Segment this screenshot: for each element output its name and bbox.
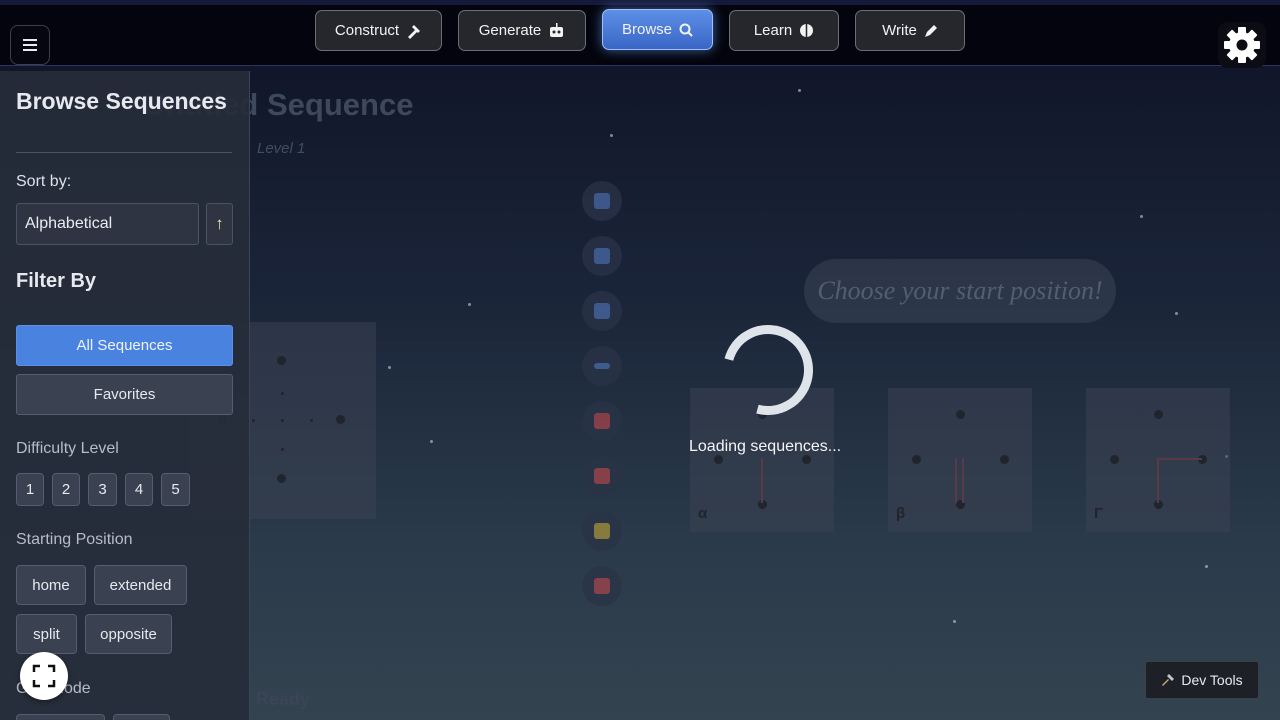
fullscreen-view-tool[interactable] [582, 291, 622, 331]
sidebar-title: Browse Sequences [16, 88, 227, 114]
gear-icon [1224, 27, 1260, 63]
difficulty-3[interactable]: 3 [88, 473, 117, 506]
grid-mode-option[interactable] [113, 714, 170, 720]
add-beat-tool[interactable] [582, 181, 622, 221]
save-icon[interactable] [582, 236, 622, 276]
tab-label: Generate [478, 22, 542, 39]
tab-write[interactable]: Write [855, 10, 965, 51]
fullscreen-button[interactable] [20, 652, 68, 700]
hammer-icon [408, 24, 421, 39]
start-position-prompt: Choose your start position! [804, 259, 1116, 323]
starting-position-label: Starting Position [16, 531, 133, 548]
rotate-tool[interactable] [582, 456, 622, 496]
clear-sequence-tool[interactable] [582, 566, 622, 606]
tab-label: Construct [334, 22, 400, 39]
start-position-extended[interactable]: extended [94, 565, 187, 605]
top-navigation-bar: Construct Generate Browse Learn Write [0, 0, 1280, 68]
sort-select[interactable]: Alphabetical [16, 203, 199, 245]
brain-icon [800, 24, 814, 37]
tab-label: Write [882, 22, 917, 39]
grid-mode-option[interactable] [16, 714, 105, 720]
tab-generate[interactable]: Generate [458, 10, 586, 51]
robot-icon [550, 23, 564, 37]
sort-direction-button[interactable]: ↑ [206, 203, 233, 245]
start-position-home[interactable]: home [16, 565, 86, 605]
tab-label: Browse [621, 21, 673, 38]
tools-icon [1162, 674, 1175, 686]
difficulty-label: Difficulty Level [16, 440, 119, 457]
filter-all-sequences[interactable]: All Sequences [16, 325, 233, 366]
difficulty-4[interactable]: 4 [125, 473, 153, 506]
mirror-tool[interactable] [582, 346, 622, 386]
divider [16, 152, 232, 153]
tab-browse[interactable]: Browse [602, 9, 713, 50]
delete-beat-tool[interactable] [582, 511, 622, 551]
filter-heading: Filter By [16, 270, 97, 292]
status-text: Ready [256, 689, 311, 709]
settings-button[interactable] [1218, 22, 1266, 68]
difficulty-1[interactable]: 1 [16, 473, 44, 506]
color-swap-tool[interactable] [582, 401, 622, 441]
tab-learn[interactable]: Learn [729, 10, 839, 51]
dev-tools-label: Dev Tools [1181, 672, 1243, 688]
start-position-split[interactable]: split [16, 614, 77, 654]
start-position-label: β [896, 505, 906, 522]
pen-icon [924, 24, 937, 37]
start-position-label: Γ [1094, 505, 1104, 522]
start-position-beta[interactable]: β [888, 388, 1032, 532]
difficulty-5[interactable]: 5 [161, 473, 190, 506]
loading-text: Loading sequences... [689, 438, 842, 455]
difficulty-2[interactable]: 2 [52, 473, 80, 506]
sequence-level: Level 1 [257, 140, 306, 157]
start-position-gamma[interactable]: Γ [1086, 388, 1230, 532]
tab-label: Learn [753, 22, 793, 39]
filter-favorites[interactable]: Favorites [16, 374, 233, 415]
tab-construct[interactable]: Construct [315, 10, 442, 51]
fullscreen-icon [32, 664, 56, 688]
hamburger-icon [23, 39, 37, 51]
dev-tools-button[interactable]: Dev Tools [1145, 661, 1259, 699]
sort-label: Sort by: [16, 173, 72, 190]
search-icon [679, 23, 693, 37]
menu-button[interactable] [10, 25, 50, 65]
start-position-label: α [698, 505, 708, 522]
browse-sidebar: Browse Sequences Sort by: Alphabetical ↑… [0, 71, 250, 720]
start-position-opposite[interactable]: opposite [85, 614, 172, 654]
